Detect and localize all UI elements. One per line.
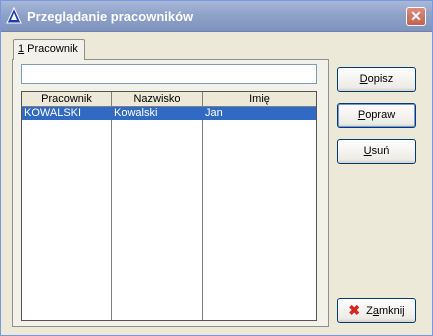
employee-grid[interactable]: Pracownik Nazwisko Imię KOWALSKI Kowalsk… bbox=[21, 91, 317, 321]
window-title: Przeglądanie pracowników bbox=[27, 9, 194, 24]
zamknij-label: mknij bbox=[378, 305, 405, 317]
column-header-nazwisko[interactable]: Nazwisko bbox=[112, 92, 203, 106]
cell-nazwisko: Kowalski bbox=[114, 107, 158, 119]
column-divider bbox=[111, 106, 112, 320]
dopisz-accel: D bbox=[359, 73, 368, 85]
cell-imie: Jan bbox=[205, 107, 223, 119]
popraw-button[interactable]: Popraw bbox=[337, 103, 416, 128]
column-divider bbox=[202, 106, 203, 320]
table-row[interactable]: KOWALSKI Kowalski Jan bbox=[22, 107, 316, 120]
usun-label: suń bbox=[371, 145, 390, 157]
column-header-imie[interactable]: Imię bbox=[203, 92, 316, 106]
dopisz-button[interactable]: Dopisz bbox=[337, 67, 416, 92]
zamknij-button[interactable]: ✖ Zamknij bbox=[337, 298, 416, 323]
title-bar[interactable]: Przeglądanie pracowników ✕ bbox=[1, 1, 432, 32]
close-x-icon: ✖ bbox=[348, 302, 361, 318]
popraw-label: opraw bbox=[365, 109, 396, 121]
triangle-app-icon bbox=[6, 7, 22, 24]
usun-button[interactable]: Usuń bbox=[337, 139, 416, 164]
tab-pracownik[interactable]: 1 Pracownik bbox=[13, 39, 85, 60]
close-icon[interactable]: ✕ bbox=[406, 7, 426, 26]
employee-browser-window: Przeglądanie pracowników ✕ 1 Pracownik P… bbox=[0, 0, 433, 336]
tab-label: Pracownik bbox=[24, 43, 78, 55]
usun-accel: U bbox=[363, 145, 372, 157]
grid-header: Pracownik Nazwisko Imię bbox=[22, 92, 316, 107]
cell-pracownik: KOWALSKI bbox=[24, 107, 82, 119]
dopisz-label: opisz bbox=[367, 73, 394, 85]
zamknij-pre: Z bbox=[366, 305, 373, 317]
column-header-pracownik[interactable]: Pracownik bbox=[22, 92, 112, 106]
search-input[interactable] bbox=[21, 64, 317, 84]
